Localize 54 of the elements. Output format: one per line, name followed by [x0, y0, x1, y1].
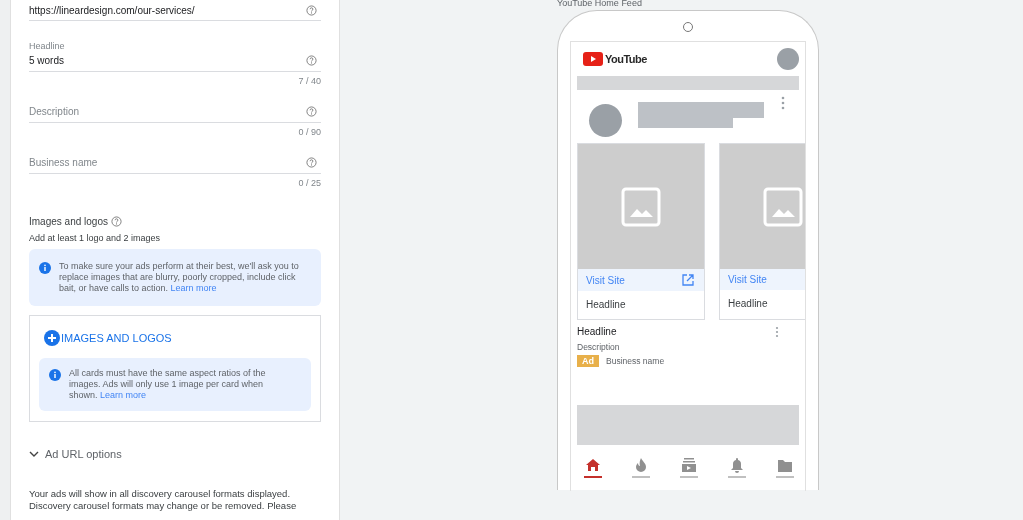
- field-label: Headline: [29, 41, 66, 51]
- info-icon: [49, 369, 61, 381]
- library-icon: [777, 457, 793, 473]
- avatar[interactable]: [777, 48, 799, 70]
- learn-more-link[interactable]: Learn more: [100, 390, 147, 400]
- character-counter: 7 / 40: [297, 76, 321, 86]
- image-icon: [621, 186, 661, 227]
- carousel-card[interactable]: Visit Site Headline: [577, 143, 705, 320]
- card-headline: Headline: [585, 298, 627, 312]
- trending-tab[interactable]: [631, 457, 651, 478]
- notice-text: All cards must have the same aspect ratios of the images. Ads will only use 1 image per card when shown. Learn more: [69, 368, 267, 401]
- character-counter: 0 / 25: [297, 178, 321, 188]
- input-field[interactable]: 5 words: [29, 55, 321, 72]
- preview-title: YouTube Home Feed: [557, 0, 643, 10]
- section-title: Images and logos: [29, 216, 108, 227]
- help-icon[interactable]: [110, 216, 122, 227]
- add-images-button[interactable]: IMAGES AND LOGOS: [39, 330, 177, 346]
- input-field[interactable]: https://lineardesign.com/our-services/: [29, 0, 321, 21]
- more-icon[interactable]: [781, 96, 785, 110]
- help-icon[interactable]: [306, 4, 317, 16]
- help-icon[interactable]: [306, 55, 317, 66]
- home-tab[interactable]: [583, 457, 603, 478]
- notifications-tab[interactable]: [727, 457, 747, 478]
- more-icon[interactable]: [775, 326, 779, 338]
- ad-description: Description: [577, 342, 621, 352]
- business-name: Business name: [606, 356, 665, 366]
- info-icon: [39, 262, 51, 274]
- subscriptions-icon: [681, 457, 697, 473]
- ad-url-options-toggle[interactable]: Ad URL options: [29, 448, 122, 460]
- subscriptions-tab[interactable]: [679, 457, 699, 478]
- channel-avatar: [589, 104, 622, 137]
- external-link-icon[interactable]: [682, 274, 694, 286]
- section-hint: Add at least 1 logo and 2 images: [29, 233, 162, 243]
- notice-text: To make sure your ads perform at their best, we'll ask you to replace images that are blurry, poorly cropped, include click bait, or have calls to action. Learn more: [59, 261, 299, 294]
- ad-headline: Headline: [577, 326, 617, 338]
- home-icon: [585, 457, 601, 473]
- help-icon[interactable]: [306, 157, 317, 168]
- help-icon[interactable]: [306, 106, 317, 117]
- visit-site-link[interactable]: Visit Site: [586, 274, 625, 286]
- notifications-icon: [729, 457, 745, 473]
- learn-more-link[interactable]: Learn more: [170, 283, 217, 293]
- card-headline: Headline: [727, 297, 769, 311]
- image-icon: [763, 186, 803, 227]
- info-paragraph: Your ads will show in all discovery carousel formats displayed. Discovery carousel formats may change or be removed. Please: [29, 488, 298, 512]
- library-tab[interactable]: [775, 457, 795, 478]
- ad-badge: Ad: [577, 355, 599, 367]
- input-field[interactable]: Business name: [29, 157, 321, 174]
- chevron-icon: [29, 449, 39, 459]
- logo: YouTube: [583, 52, 647, 66]
- carousel-card[interactable]: Visit Site Headline: [719, 143, 805, 320]
- input-field[interactable]: Description: [29, 106, 321, 123]
- trending-icon: [633, 457, 649, 473]
- character-counter: 0 / 90: [297, 127, 321, 137]
- plus-icon: [44, 330, 60, 346]
